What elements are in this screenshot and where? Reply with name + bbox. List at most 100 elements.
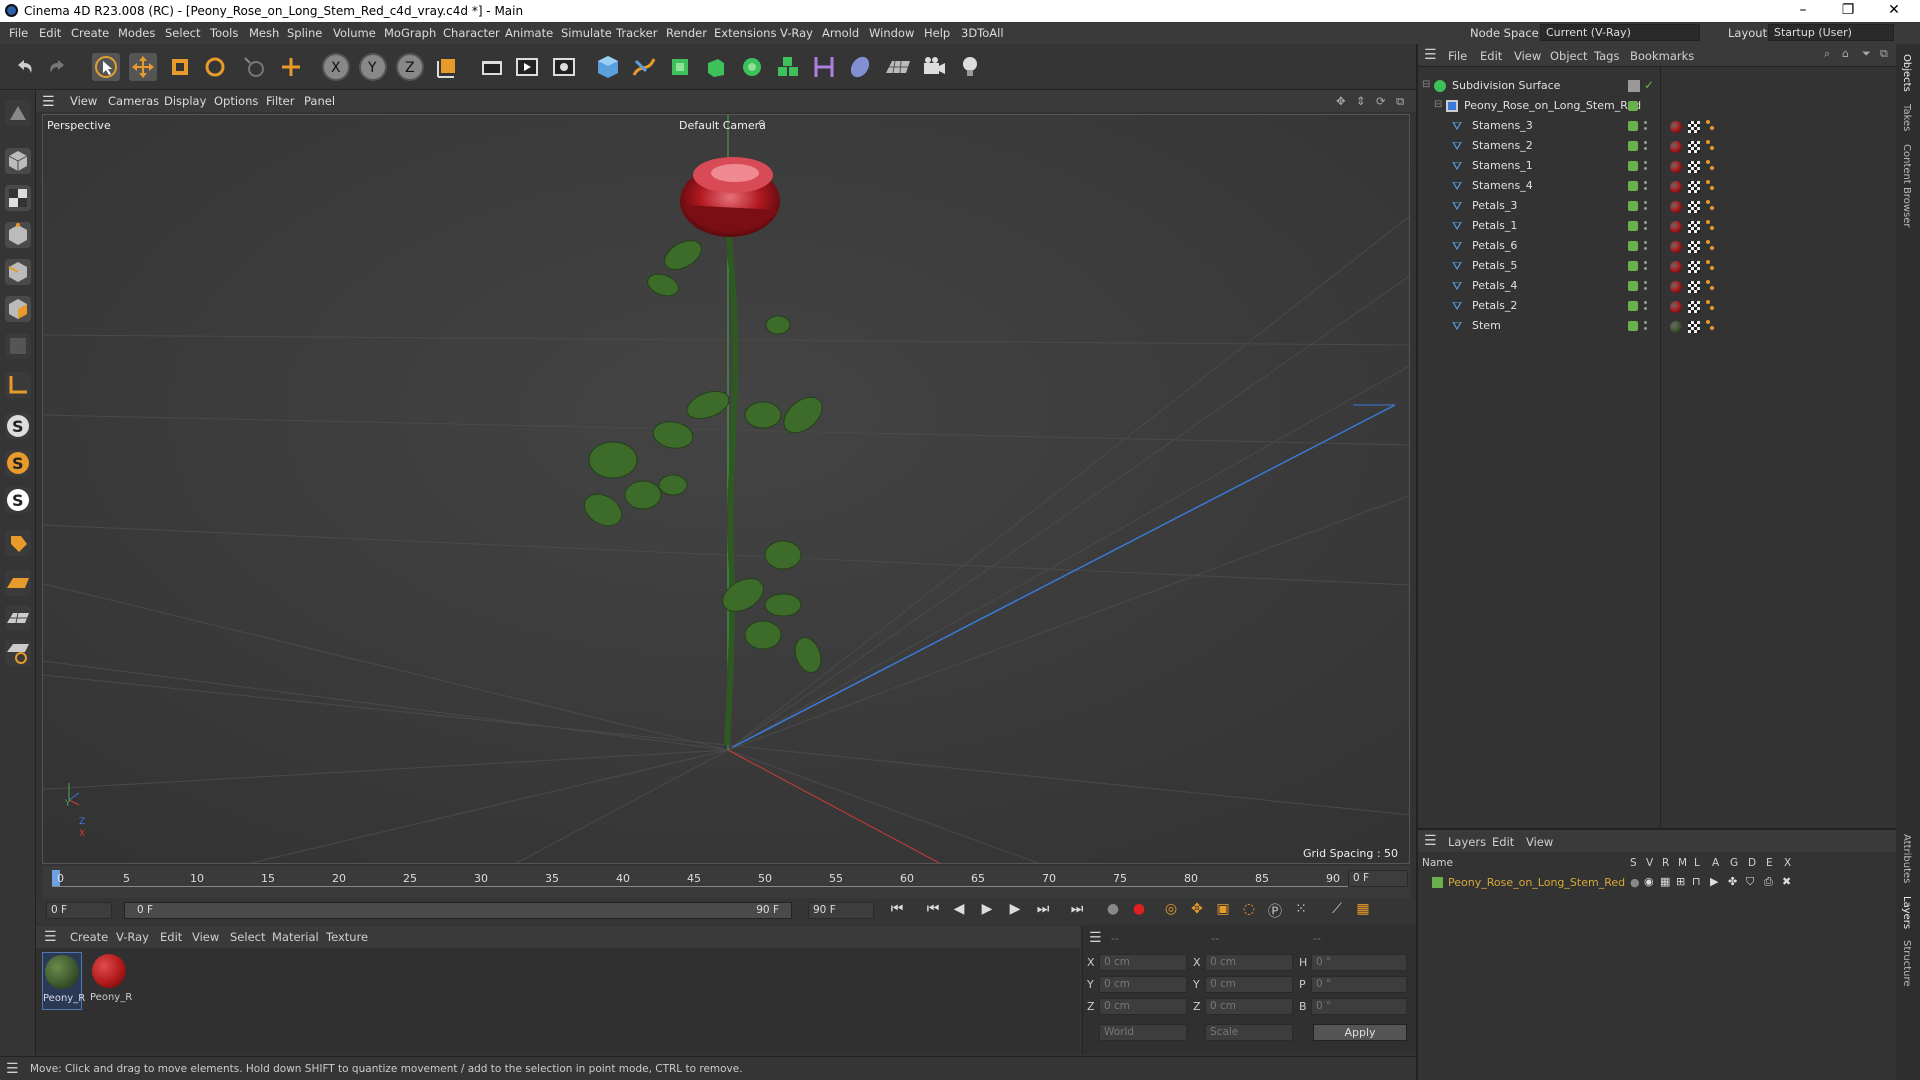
material-menu-material[interactable]: Material <box>272 930 319 944</box>
cloner-button[interactable] <box>738 53 766 81</box>
object-row[interactable]: ⛛ Stem <box>1416 316 1894 336</box>
selection-tag-icon[interactable] <box>1710 266 1714 270</box>
live-selection-button[interactable] <box>92 53 120 81</box>
tab-takes[interactable]: Takes <box>1901 104 1912 131</box>
layer-color-icon[interactable] <box>1628 261 1638 271</box>
layer-color-icon[interactable] <box>1628 221 1638 231</box>
uvw-tag-icon[interactable] <box>1688 121 1700 133</box>
maximize-button[interactable]: ❐ <box>1828 2 1868 18</box>
locked-workplane-button[interactable] <box>5 605 31 631</box>
position-x-field[interactable]: 0 cm <box>1099 954 1187 971</box>
start-frame-field[interactable]: 0 F <box>46 902 112 919</box>
layout-dropdown[interactable]: Startup (User) <box>1768 24 1894 41</box>
uvw-tag-icon[interactable] <box>1688 141 1700 153</box>
material-menu-edit[interactable]: Edit <box>160 930 182 944</box>
tab-content-browser[interactable]: Content Browser <box>1901 144 1912 227</box>
timeline-window-button[interactable]: ▦ <box>1352 901 1374 921</box>
search-icon[interactable]: ⌕ <box>1824 47 1830 61</box>
material-hamburger-icon[interactable]: ☰ <box>44 929 57 945</box>
menu-spline[interactable]: Spline <box>287 26 322 40</box>
tab-attributes[interactable]: Attributes <box>1901 834 1912 883</box>
layer-color-icon[interactable] <box>1628 101 1638 111</box>
layer-menu-view[interactable]: View <box>1526 835 1553 849</box>
render-visibility-icon[interactable] <box>1644 227 1647 230</box>
menu-vray[interactable]: V-Ray <box>780 26 813 40</box>
coord-mode-dropdown[interactable]: Scale <box>1205 1024 1293 1041</box>
object-row[interactable]: ⛛ Petals_4 <box>1416 276 1894 296</box>
menu-select[interactable]: Select <box>165 26 200 40</box>
uvw-tag-icon[interactable] <box>1688 261 1700 273</box>
object-row[interactable]: ⛛ Petals_1 <box>1416 216 1894 236</box>
material-swatch[interactable]: Peony_R <box>90 952 132 1010</box>
extrude-button[interactable] <box>702 53 730 81</box>
symmetry-button[interactable]: S <box>5 487 31 513</box>
tab-layers[interactable]: Layers <box>1901 896 1912 929</box>
object-menu-view[interactable]: View <box>1514 49 1541 63</box>
editor-visibility-icon[interactable] <box>1644 121 1647 124</box>
material-tag-icon[interactable] <box>1670 221 1682 233</box>
subdivision-button[interactable] <box>666 53 694 81</box>
render-visibility-icon[interactable] <box>1644 207 1647 210</box>
coord-hamburger-icon[interactable]: ☰ <box>1089 930 1102 946</box>
undo-button[interactable] <box>10 53 38 81</box>
make-editable-button[interactable] <box>5 100 31 126</box>
motion-system-button[interactable]: ⟋ <box>1326 901 1348 921</box>
material-tag-icon[interactable] <box>1670 201 1682 213</box>
layer-color-icon[interactable] <box>1628 161 1638 171</box>
coord-space-dropdown[interactable]: World <box>1099 1024 1187 1041</box>
material-menu-view[interactable]: View <box>192 930 219 944</box>
object-row-subdivision[interactable]: ⊟ Subdivision Surface ✓ <box>1416 76 1894 96</box>
minimize-button[interactable]: – <box>1783 2 1823 18</box>
selection-tag-icon[interactable] <box>1706 220 1710 224</box>
record-keys-button[interactable]: ● <box>1102 901 1124 921</box>
render-visibility-icon[interactable] <box>1644 147 1647 150</box>
field-button[interactable] <box>846 53 874 81</box>
keyframe-selection-button[interactable]: ◎ <box>1160 901 1182 921</box>
object-menu-edit[interactable]: Edit <box>1480 49 1502 63</box>
key-position-button[interactable]: ✥ <box>1186 901 1208 921</box>
selection-tag-icon[interactable] <box>1710 306 1714 310</box>
size-z-field[interactable]: 0 cm <box>1205 998 1293 1015</box>
selection-tag-icon[interactable] <box>1706 260 1710 264</box>
layer-row[interactable]: Peony_Rose_on_Long_Stem_Red ● ◉ ▦ ⊞ ⊓ ▶ … <box>1418 874 1896 892</box>
key-rotation-button[interactable]: ◌ <box>1238 901 1260 921</box>
close-button[interactable]: ✕ <box>1874 2 1914 18</box>
mograph-button[interactable] <box>774 53 802 81</box>
editor-visibility-icon[interactable] <box>1644 321 1647 324</box>
grid-plane-button[interactable] <box>5 570 31 596</box>
recent-tools-button[interactable] <box>240 53 268 81</box>
menu-tracker[interactable]: Tracker <box>616 26 658 40</box>
material-tag-icon[interactable] <box>1670 281 1682 293</box>
render-visibility-icon[interactable] <box>1644 327 1647 330</box>
snap-button[interactable]: S <box>5 413 31 439</box>
selection-tag-icon[interactable] <box>1706 200 1710 204</box>
selection-tag-icon[interactable] <box>1706 280 1710 284</box>
prev-frame-button[interactable]: ◀ <box>948 901 970 921</box>
layer-lock-icon[interactable]: ⊓ <box>1692 875 1701 888</box>
render-visibility-icon[interactable] <box>1644 247 1647 250</box>
floor-button[interactable] <box>884 53 912 81</box>
menu-edit[interactable]: Edit <box>39 26 61 40</box>
layer-color-icon[interactable] <box>1628 201 1638 211</box>
layer-color-icon[interactable] <box>1628 301 1638 311</box>
render-visibility-icon[interactable] <box>1644 267 1647 270</box>
layer-toggle-icon[interactable] <box>1628 80 1640 92</box>
material-tag-icon[interactable] <box>1670 121 1682 133</box>
texture-mode-button[interactable] <box>5 185 31 211</box>
layer-color-icon[interactable] <box>1628 181 1638 191</box>
object-menu-file[interactable]: File <box>1448 49 1467 63</box>
menu-modes[interactable]: Modes <box>118 26 155 40</box>
x-axis-button[interactable]: X <box>322 53 350 81</box>
viewport-camera-label[interactable]: Default Camera <box>679 119 766 132</box>
layer-menu-layers[interactable]: Layers <box>1448 835 1486 849</box>
enabled-check-icon[interactable]: ✓ <box>1644 78 1654 92</box>
pen-spline-button[interactable] <box>630 53 658 81</box>
selection-tag-icon[interactable] <box>1710 126 1714 130</box>
camera-button[interactable] <box>920 53 948 81</box>
menu-file[interactable]: File <box>9 26 28 40</box>
viewport-menu-options[interactable]: Options <box>214 94 258 108</box>
editor-visibility-icon[interactable] <box>1644 281 1647 284</box>
size-y-field[interactable]: 0 cm <box>1205 976 1293 993</box>
collapse-icon[interactable]: ⊟ <box>1434 99 1442 110</box>
coordinate-system-button[interactable] <box>433 53 461 81</box>
